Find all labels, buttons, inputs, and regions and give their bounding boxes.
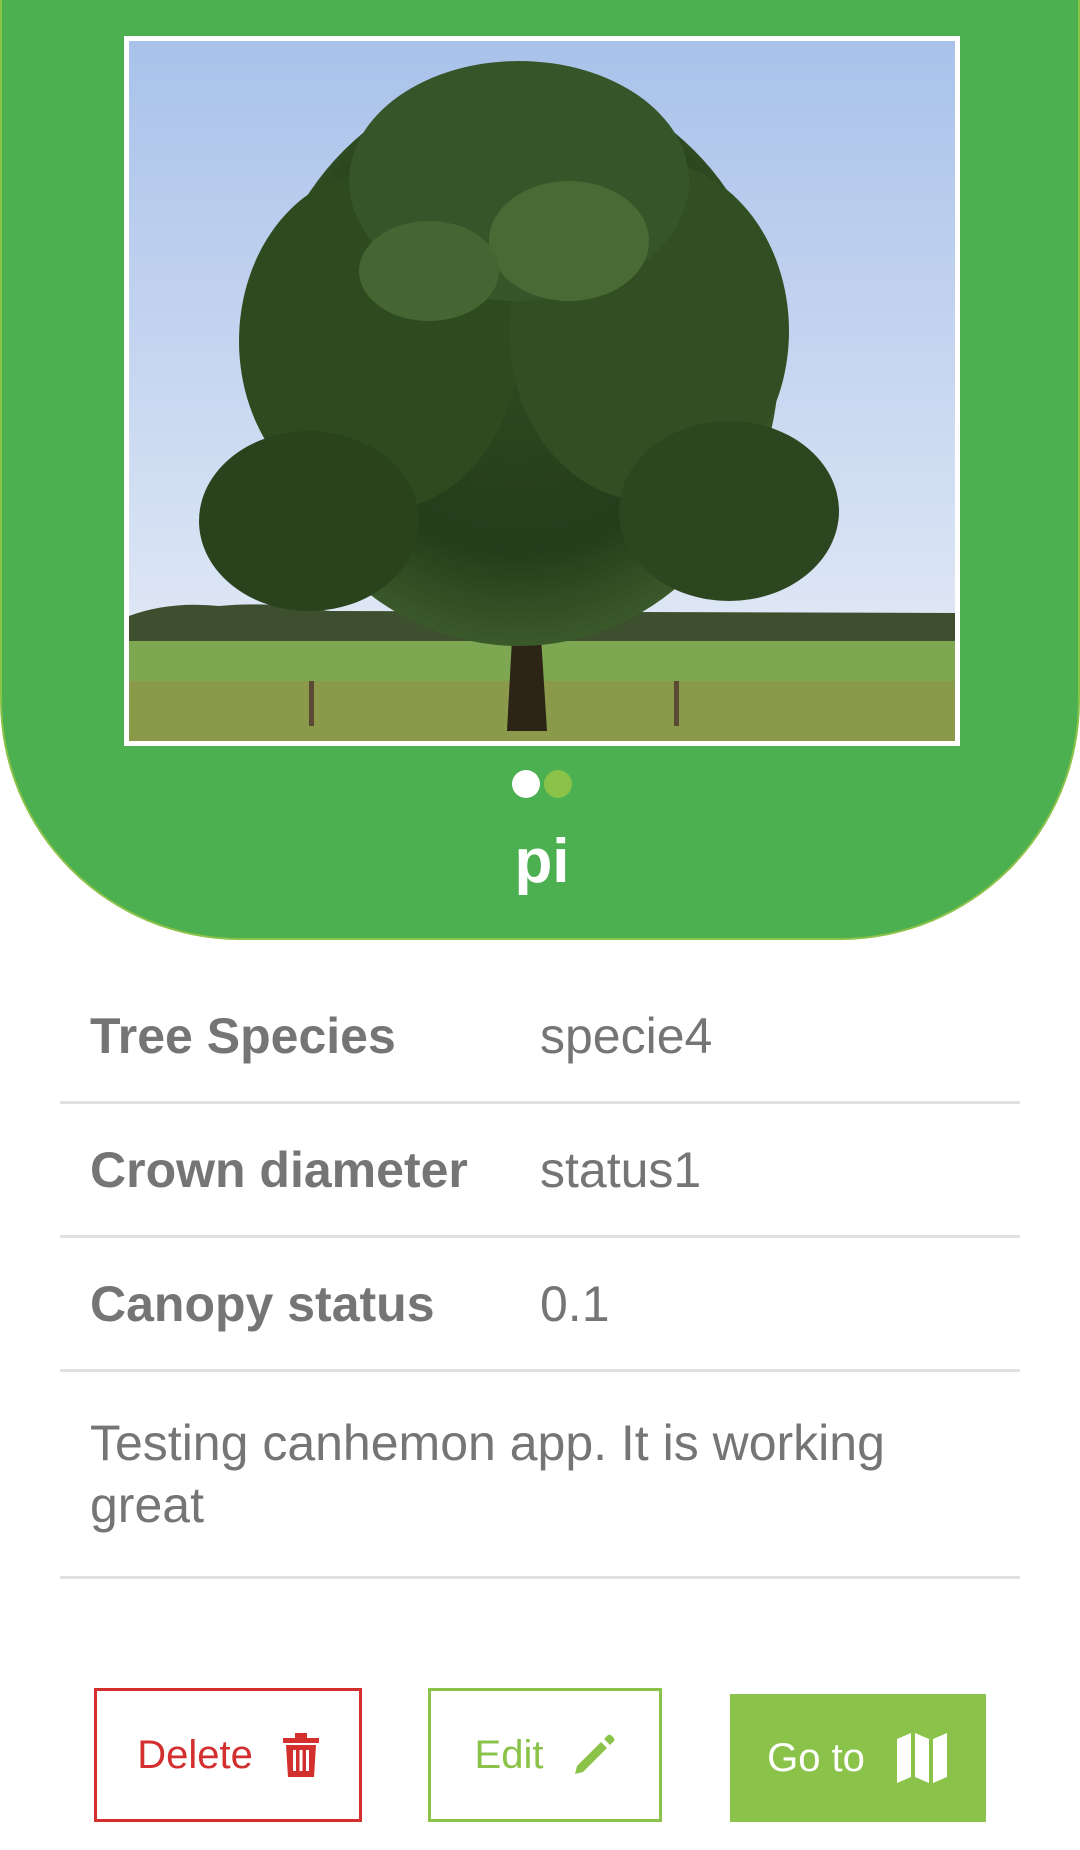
detail-label: Crown diameter [90,1141,468,1198]
photo-pagination [2,770,1080,798]
pagination-dot-active[interactable] [512,770,540,798]
delete-button[interactable]: Delete [94,1688,362,1822]
map-icon [896,1733,947,1783]
tree-photo [129,41,955,741]
detail-row-species: Tree Species specie4 [60,970,1020,1104]
detail-value: 0.1 [540,1275,610,1332]
detail-label: Tree Species [90,1007,396,1064]
detail-label: Canopy status [90,1275,435,1332]
tree-photo-carousel[interactable] [124,36,960,746]
tree-details: Tree Species specie4 Crown diameter stat… [60,970,1020,1579]
pagination-dot[interactable] [544,770,572,798]
detail-value: specie4 [540,1007,713,1064]
tree-notes: Testing canhemon app. It is working grea… [60,1372,1020,1579]
detail-value: status1 [540,1141,702,1198]
trash-icon [282,1733,319,1777]
edit-button[interactable]: Edit [428,1688,662,1822]
tree-header: pi [0,0,1080,940]
detail-row-crown-diameter: Crown diameter status1 [60,1104,1020,1238]
pencil-icon [575,1734,615,1774]
tree-name: pi [514,827,570,896]
delete-button-label: Delete [137,1732,253,1777]
goto-button-label: Go to [767,1735,865,1780]
detail-row-canopy-status: Canopy status 0.1 [60,1238,1020,1372]
goto-button[interactable]: Go to [730,1694,986,1822]
action-bar: Delete Edit Go to [94,1688,986,1822]
edit-button-label: Edit [474,1732,544,1777]
